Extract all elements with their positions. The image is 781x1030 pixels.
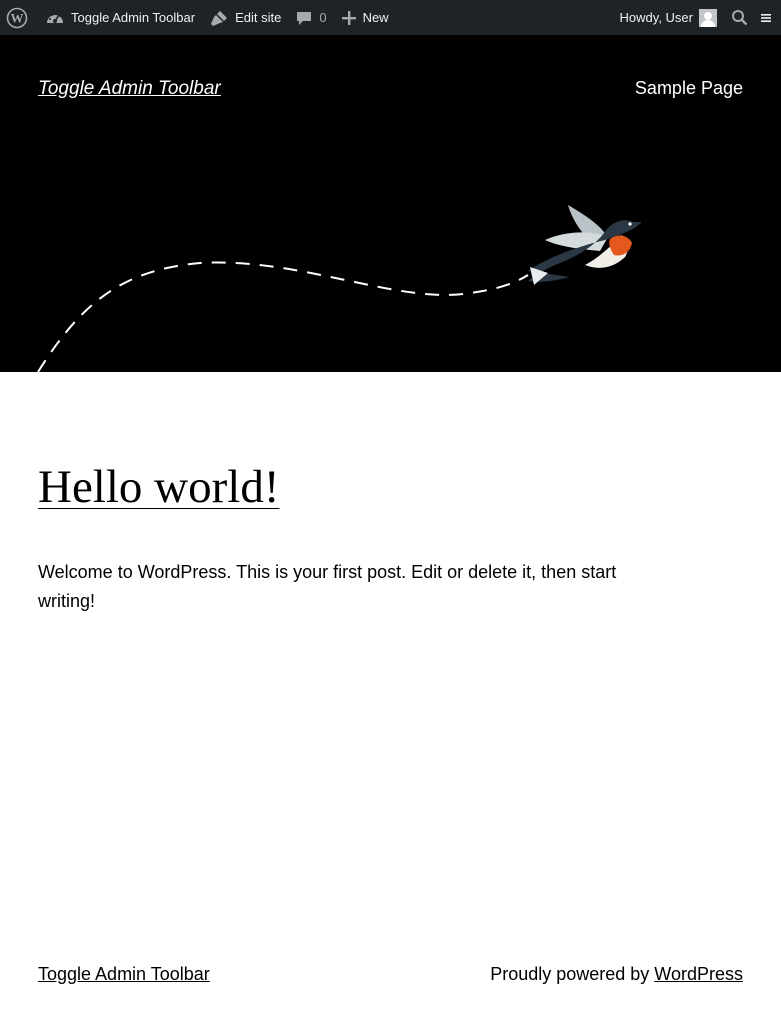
avatar: [699, 8, 717, 27]
comments-count: 0: [319, 10, 327, 25]
brush-icon: [211, 10, 228, 26]
toolbar-menu-toggle[interactable]: [755, 0, 781, 35]
comment-bubble-icon: [297, 11, 312, 25]
nav-item-sample-page[interactable]: Sample Page: [635, 78, 743, 99]
new-label: New: [362, 10, 389, 25]
footer-credit-prefix: Proudly powered by: [490, 964, 655, 984]
admin-toolbar: W Toggle Admin Toolbar Edit site 0 New H…: [0, 0, 781, 35]
hamburger-menu-icon: [761, 13, 771, 22]
my-account-menu[interactable]: Howdy, User: [613, 0, 724, 35]
svg-text:W: W: [11, 10, 24, 25]
plus-icon: [341, 10, 356, 25]
bird-icon: [528, 205, 642, 285]
dashboard-gauge-icon: [47, 12, 63, 23]
admin-toolbar-right: Howdy, User: [613, 0, 781, 35]
edit-site-label: Edit site: [235, 10, 282, 25]
footer-site-title-link[interactable]: Toggle Admin Toolbar: [38, 964, 210, 985]
dashed-flight-path: [37, 261, 529, 372]
post-title-link[interactable]: Hello world!: [38, 460, 279, 514]
comments-link[interactable]: 0: [288, 0, 333, 35]
search-toggle[interactable]: [724, 0, 755, 35]
admin-toolbar-left: W Toggle Admin Toolbar Edit site 0 New: [0, 0, 396, 35]
footer-credit: Proudly powered by WordPress: [490, 964, 743, 985]
wordpress-link[interactable]: WordPress: [654, 964, 743, 984]
post-content: Welcome to WordPress. This is your first…: [38, 562, 617, 611]
new-content-menu[interactable]: New: [334, 0, 396, 35]
search-icon: [732, 10, 748, 26]
site-header: Toggle Admin Toolbar Sample Page: [0, 35, 781, 372]
howdy-label: Howdy, User: [619, 10, 693, 25]
edit-site-link[interactable]: Edit site: [202, 0, 288, 35]
wordpress-menu[interactable]: W: [0, 0, 38, 35]
site-title-link[interactable]: Toggle Admin Toolbar: [38, 78, 221, 100]
wordpress-logo-icon: W: [6, 7, 28, 28]
site-name-label: Toggle Admin Toolbar: [71, 10, 196, 25]
site-name-menu[interactable]: Toggle Admin Toolbar: [38, 0, 202, 35]
